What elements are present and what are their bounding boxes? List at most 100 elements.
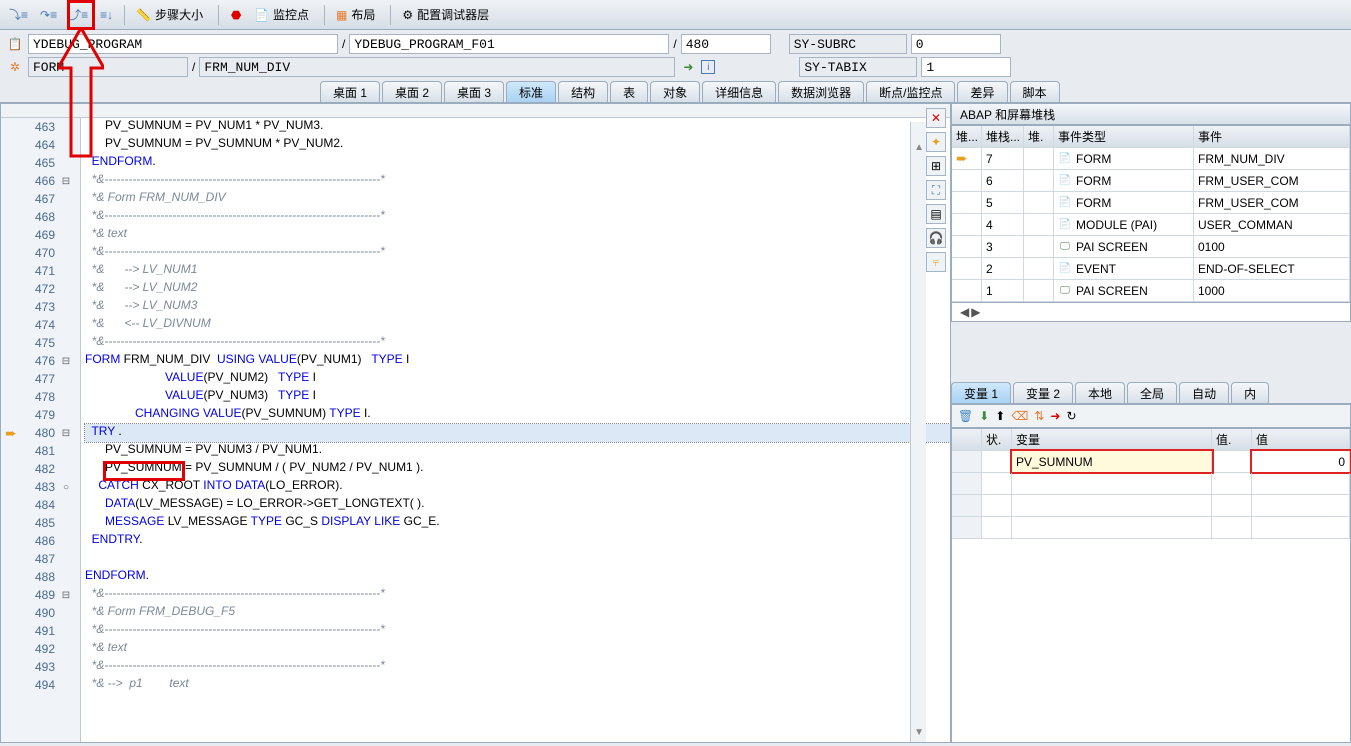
code-line[interactable]: DATA(LV_MESSAGE) = LO_ERROR->GET_LONGTEX… — [85, 496, 950, 514]
code-line[interactable]: *& --> LV_NUM2 — [85, 280, 950, 298]
code-line[interactable]: MESSAGE LV_MESSAGE TYPE GC_S DISPLAY LIK… — [85, 514, 950, 532]
code-line[interactable]: *&--------------------------------------… — [85, 334, 950, 352]
stack-row[interactable]: 3🖵PAI SCREEN0100 — [952, 236, 1350, 258]
stack-row[interactable]: 6📄FORMFRM_USER_COM — [952, 170, 1350, 192]
scrollbar[interactable]: ▲ ▼ — [910, 122, 926, 742]
var-tab-0[interactable]: 变量 1 — [951, 382, 1011, 403]
tab-10[interactable]: 差异 — [957, 81, 1007, 102]
code-line[interactable]: *& Form FRM_DEBUG_F5 — [85, 604, 950, 622]
tab-3[interactable]: 标准 — [506, 81, 556, 102]
var-tab-2[interactable]: 本地 — [1075, 382, 1125, 403]
layout-icon[interactable]: ▤ — [926, 204, 946, 224]
sort-icon[interactable]: ⇅ — [1034, 409, 1044, 423]
code-line[interactable]: *&--------------------------------------… — [85, 172, 950, 190]
code-line[interactable]: PV_SUMNUM = PV_NUM3 / PV_NUM1. — [85, 442, 950, 460]
code-lines[interactable]: PV_SUMNUM = PV_NUM1 * PV_NUM3. PV_SUMNUM… — [81, 118, 950, 742]
new-icon[interactable]: ✦ — [926, 132, 946, 152]
code-line[interactable]: CHANGING VALUE(PV_SUMNUM) TYPE I. — [85, 406, 950, 424]
code-line[interactable]: VALUE(PV_NUM2) TYPE I — [85, 370, 950, 388]
tab-6[interactable]: 对象 — [650, 81, 700, 102]
stack-row[interactable]: 5📄FORMFRM_USER_COM — [952, 192, 1350, 214]
variable-row[interactable]: PV_SUMNUM0 — [952, 451, 1350, 473]
refresh-icon[interactable]: ↻ — [1066, 409, 1076, 423]
stack-header-cell[interactable]: 堆栈... — [982, 126, 1024, 147]
code-line[interactable]: *& <-- LV_DIVNUM — [85, 316, 950, 334]
stack-hscroll[interactable]: ◀ ▶ — [951, 303, 1351, 322]
scroll-left-icon[interactable]: ◀ — [960, 305, 969, 319]
clear-icon[interactable]: ⌫ — [1011, 409, 1028, 423]
stack-row[interactable]: ➨7📄FORMFRM_NUM_DIV — [952, 148, 1350, 170]
variable-row[interactable] — [952, 517, 1350, 539]
line-field[interactable]: 480 — [681, 34, 771, 54]
var-tab-1[interactable]: 变量 2 — [1013, 382, 1073, 403]
step-out-button[interactable]: ⤴≡ — [64, 4, 93, 26]
code-line[interactable]: ENDTRY. — [85, 532, 950, 550]
code-line[interactable]: *&--------------------------------------… — [85, 622, 950, 640]
sy-tabix-field[interactable]: 1 — [921, 57, 1011, 77]
stack-header-cell[interactable]: 堆... — [952, 126, 982, 147]
step-over-button[interactable]: ↷≡ — [35, 4, 62, 26]
program-field[interactable]: YDEBUG_PROGRAM — [28, 34, 338, 54]
tab-4[interactable]: 结构 — [558, 81, 608, 102]
code-line[interactable]: ENDFORM. — [85, 154, 950, 172]
config-debugger-button[interactable]: ⚙配置调试器层 — [397, 4, 498, 26]
code-line[interactable]: *&--------------------------------------… — [85, 244, 950, 262]
code-line[interactable]: PV_SUMNUM = PV_NUM1 * PV_NUM3. — [85, 118, 950, 136]
stack-row[interactable]: 2📄EVENTEND-OF-SELECT — [952, 258, 1350, 280]
tab-7[interactable]: 详细信息 — [702, 81, 776, 102]
code-line[interactable]: FORM FRM_NUM_DIV USING VALUE(PV_NUM1) TY… — [85, 352, 950, 370]
variable-row[interactable] — [952, 495, 1350, 517]
goto-icon[interactable]: ➜ — [1050, 409, 1060, 423]
info-icon[interactable]: i — [701, 60, 715, 74]
goto-icon[interactable]: ➜ — [679, 58, 697, 76]
include-field[interactable]: YDEBUG_PROGRAM_F01 — [349, 34, 669, 54]
code-line[interactable]: *& --> LV_NUM3 — [85, 298, 950, 316]
code-line[interactable]: *& --> LV_NUM1 — [85, 262, 950, 280]
stack-header-cell[interactable]: 事件类型 — [1054, 126, 1194, 147]
stop-button[interactable]: ⬣ — [225, 4, 247, 26]
filter-icon[interactable]: ⫧ — [926, 252, 946, 272]
split-icon[interactable]: ⊞ — [926, 156, 946, 176]
var-tab-4[interactable]: 自动 — [1179, 382, 1229, 403]
code-line[interactable]: *& text — [85, 226, 950, 244]
code-line[interactable]: *&--------------------------------------… — [85, 658, 950, 676]
step-into-button[interactable]: ⤵≡ — [4, 4, 33, 26]
delete-icon[interactable]: 🗑 — [958, 409, 973, 423]
tab-1[interactable]: 桌面 2 — [382, 81, 442, 102]
code-line[interactable]: *&--------------------------------------… — [85, 586, 950, 604]
tab-9[interactable]: 断点/监控点 — [866, 81, 955, 102]
stack-header-cell[interactable]: 堆. — [1024, 126, 1054, 147]
code-line[interactable]: ENDFORM. — [85, 568, 950, 586]
import-icon[interactable]: ⬆ — [995, 409, 1005, 423]
watchpoint-button[interactable]: 📄监控点 — [249, 4, 318, 26]
code-line[interactable] — [85, 550, 950, 568]
variable-row[interactable] — [952, 473, 1350, 495]
tab-2[interactable]: 桌面 3 — [444, 81, 504, 102]
var-tab-3[interactable]: 全局 — [1127, 382, 1177, 403]
stack-header-cell[interactable]: 事件 — [1194, 126, 1350, 147]
tab-11[interactable]: 脚本 — [1010, 81, 1060, 102]
scroll-down-icon[interactable]: ▼ — [914, 727, 924, 738]
close-icon[interactable]: ✕ — [926, 108, 946, 128]
stack-row[interactable]: 4📄MODULE (PAI)USER_COMMAN — [952, 214, 1350, 236]
scroll-up-icon[interactable]: ▲ — [914, 142, 924, 153]
code-line[interactable]: *& text — [85, 640, 950, 658]
settings-icon[interactable]: ✲ — [6, 58, 24, 76]
fullscreen-icon[interactable]: ⛶ — [926, 180, 946, 200]
step-size-button[interactable]: 📏步骤大小 — [131, 4, 212, 26]
headphones-icon[interactable]: 🎧 — [926, 228, 946, 248]
code-line[interactable]: PV_SUMNUM = PV_SUMNUM * PV_NUM2. — [85, 136, 950, 154]
var-tab-5[interactable]: 内 — [1231, 382, 1269, 403]
step-down-button[interactable]: ≡↓ — [95, 4, 118, 26]
code-line[interactable]: *&--------------------------------------… — [85, 208, 950, 226]
tab-8[interactable]: 数据浏览器 — [778, 81, 864, 102]
code-line[interactable]: VALUE(PV_NUM3) TYPE I — [85, 388, 950, 406]
scroll-right-icon[interactable]: ▶ — [971, 305, 980, 319]
code-line[interactable]: TRY . — [85, 424, 950, 442]
code-line[interactable]: CATCH CX_ROOT INTO DATA(LO_ERROR). — [85, 478, 950, 496]
tab-5[interactable]: 表 — [610, 81, 648, 102]
sy-subrc-field[interactable]: 0 — [911, 34, 1001, 54]
tab-0[interactable]: 桌面 1 — [320, 81, 380, 102]
stack-row[interactable]: 1🖵PAI SCREEN1000 — [952, 280, 1350, 302]
export-icon[interactable]: ⬇ — [979, 409, 989, 423]
